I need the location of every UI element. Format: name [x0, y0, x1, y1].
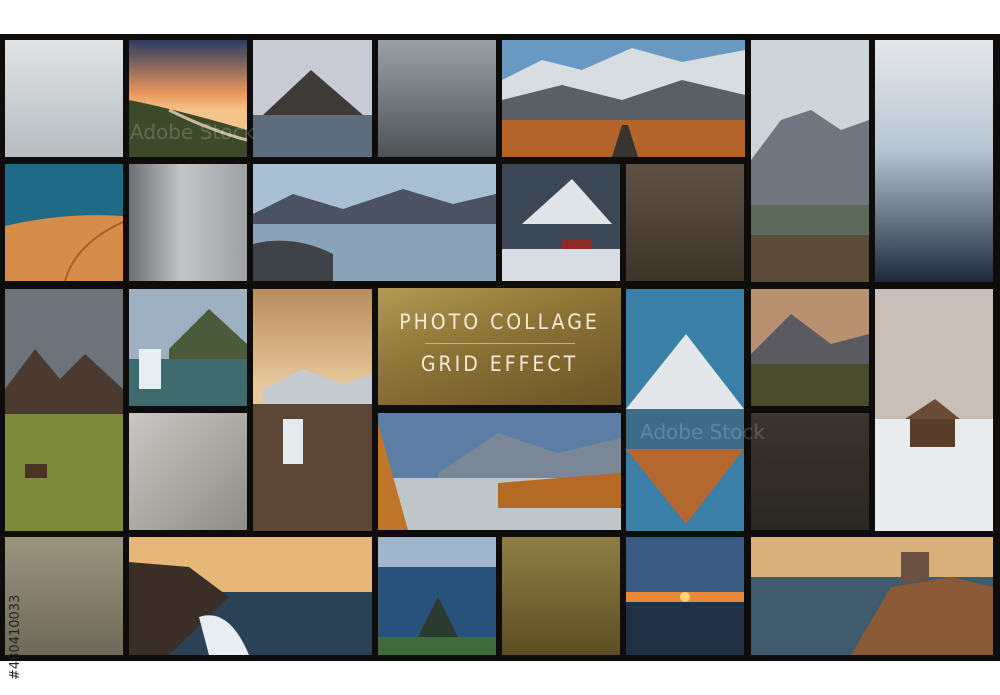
stock-id-label: #480410033	[8, 540, 23, 680]
sea-stack-photo	[378, 537, 496, 655]
winter-cabin-photo	[875, 289, 993, 531]
mountain-lake-photo	[253, 40, 372, 157]
misty-lake-photo	[253, 164, 496, 281]
snowy-village-photo	[502, 164, 620, 281]
title-divider	[424, 343, 575, 344]
collage-grid: PHOTO COLLAGE GRID EFFECT	[0, 34, 1000, 661]
gradient-tile	[5, 40, 123, 157]
desert-dune-photo	[5, 164, 123, 281]
gradient-tile	[502, 537, 620, 655]
gradient-tile	[378, 40, 496, 157]
mountain-sunset-photo	[751, 289, 869, 406]
mountain-valley-photo	[751, 40, 869, 282]
gradient-tile	[129, 164, 247, 281]
alpine-meadow-photo	[5, 289, 123, 531]
gradient-tile	[751, 413, 869, 530]
gradient-tile	[626, 164, 744, 281]
coastal-castle-photo	[751, 537, 993, 655]
gradient-tile	[875, 40, 993, 282]
collage-title-panel: PHOTO COLLAGE GRID EFFECT	[378, 288, 621, 405]
patagonia-waterfall-photo	[253, 289, 372, 531]
snowy-mountain-road-photo	[502, 40, 745, 157]
gradient-tile	[129, 413, 247, 530]
waterfall-mountain-photo	[129, 289, 247, 406]
ocean-sunset-photo	[626, 537, 744, 655]
coastal-sunset-photo	[129, 40, 247, 157]
autumn-lake-photo	[378, 413, 621, 530]
title-line1: PHOTO COLLAGE	[399, 310, 600, 334]
mountain-reflection-photo	[626, 289, 744, 531]
title-line2: GRID EFFECT	[420, 352, 579, 376]
rocky-coast-wave-photo	[129, 537, 372, 655]
stock-id-text: #480410033	[8, 594, 23, 680]
